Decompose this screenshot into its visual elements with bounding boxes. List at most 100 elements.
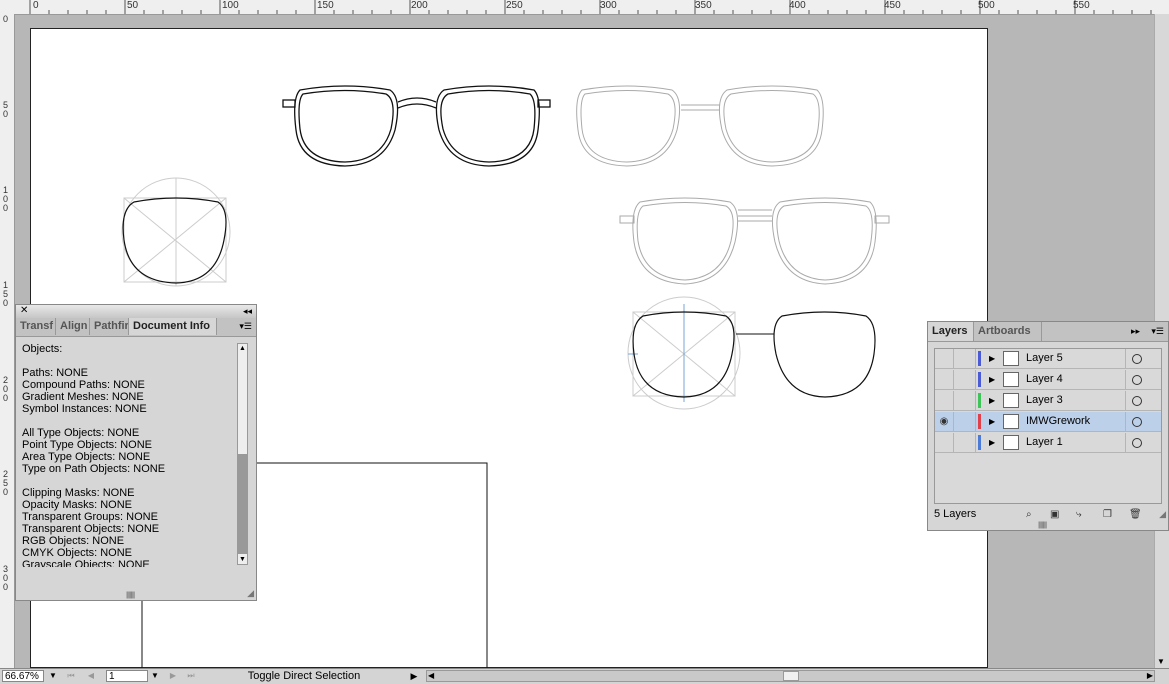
layers-panel[interactable]: Layers Artboards ▸▸ ▾☰ ▶ Layer 5 ▶ Layer… <box>927 321 1169 531</box>
info-line: Type on Path Objects: NONE <box>22 463 166 475</box>
panel-menu-icon[interactable]: ▾☰ <box>1151 326 1164 337</box>
bridge[interactable] <box>397 97 437 109</box>
glasses-light[interactable] <box>576 85 824 167</box>
close-icon[interactable]: ✕ <box>20 305 28 317</box>
status-tool-text[interactable]: Toggle Direct Selection <box>170 670 438 683</box>
lens-right[interactable] <box>771 197 877 285</box>
triangle-right-icon[interactable]: ▶ <box>989 375 995 384</box>
tab-layers[interactable]: Layers <box>928 322 974 341</box>
scroll-down-icon[interactable]: ▼ <box>1157 657 1165 666</box>
lock-toggle[interactable] <box>953 433 976 452</box>
info-line: All Type Objects: NONE <box>22 427 140 439</box>
target-circle-icon[interactable] <box>1132 375 1142 385</box>
lock-toggle[interactable] <box>953 349 976 368</box>
tab-align[interactable]: Align <box>56 318 90 335</box>
panel-menu-icon[interactable]: ▾☰ <box>239 321 252 332</box>
rectangle-large[interactable] <box>256 462 488 668</box>
tab-pathfinder[interactable]: Pathfir <box>90 318 129 335</box>
lens-left[interactable] <box>632 197 739 285</box>
layer-name[interactable]: Layer 4 <box>1026 370 1063 389</box>
separator <box>1125 370 1126 389</box>
bridge[interactable] <box>681 104 720 111</box>
page-field[interactable]: 1 <box>106 670 148 682</box>
scroll-right-icon[interactable]: ▶ <box>1147 671 1153 680</box>
scroll-up-icon[interactable]: ▲ <box>239 345 246 352</box>
new-layer-icon[interactable]: ❐ <box>1103 509 1112 520</box>
visibility-toggle[interactable] <box>935 370 954 389</box>
lens-left[interactable] <box>294 85 399 167</box>
lens-right-shape[interactable] <box>773 311 876 398</box>
lens-right-inner <box>776 202 873 281</box>
scroll-thumb[interactable] <box>783 671 799 681</box>
lock-toggle[interactable] <box>953 391 976 410</box>
resize-grip-icon[interactable]: |||||||||| <box>126 592 135 599</box>
target-circle-icon[interactable] <box>1132 396 1142 406</box>
layer-row-selected[interactable]: ◉ ▶ IMWGrework <box>935 412 1161 432</box>
info-scrollbar[interactable]: ▲ ▼ <box>237 343 248 565</box>
new-sublayer-icon[interactable]: ⤷ <box>1076 509 1082 520</box>
layer-row[interactable]: ▶ Layer 3 <box>935 391 1161 411</box>
layer-name[interactable]: Layer 3 <box>1026 391 1063 410</box>
layer-row[interactable]: ▶ Layer 4 <box>935 370 1161 390</box>
layers-list[interactable]: ▶ Layer 5 ▶ Layer 4 ▶ Layer 3 ◉ ▶ IMWGre… <box>934 348 1162 504</box>
visibility-toggle[interactable] <box>935 391 954 410</box>
lock-toggle[interactable] <box>953 412 976 431</box>
lens-pair-construction[interactable] <box>627 296 876 410</box>
bridge[interactable] <box>738 209 772 222</box>
target-circle-icon[interactable] <box>1132 438 1142 448</box>
temple-left[interactable] <box>619 215 635 224</box>
lens-right[interactable] <box>718 85 824 167</box>
eye-icon[interactable]: ◉ <box>935 412 954 431</box>
zoom-field[interactable]: 66.67% <box>2 670 44 682</box>
previous-page-icon[interactable]: ◀ <box>84 670 98 682</box>
make-clipping-mask-icon[interactable]: ▣ <box>1050 509 1059 520</box>
expand-panel-icon[interactable]: ▸▸ <box>1131 326 1140 337</box>
glasses-dark[interactable] <box>282 85 551 167</box>
status-menu-icon[interactable]: ▶ <box>408 670 420 682</box>
layer-name[interactable]: Layer 1 <box>1026 433 1063 452</box>
lens-right[interactable] <box>435 85 540 167</box>
triangle-right-icon[interactable]: ▶ <box>989 354 995 363</box>
trash-icon[interactable]: 🗑 <box>1129 509 1142 520</box>
info-line: Area Type Objects: NONE <box>22 451 151 463</box>
first-page-icon[interactable]: ⏮ <box>64 670 78 682</box>
layer-row[interactable]: ▶ Layer 1 <box>935 433 1161 453</box>
target-circle-icon[interactable] <box>1132 354 1142 364</box>
triangle-right-icon[interactable]: ▶ <box>989 417 995 426</box>
chevron-down-icon[interactable]: ▼ <box>47 670 59 682</box>
glasses-light-2[interactable] <box>619 197 890 285</box>
layer-row[interactable]: ▶ Layer 5 <box>935 349 1161 369</box>
visibility-toggle[interactable] <box>935 433 954 452</box>
tab-artboards[interactable]: Artboards <box>974 322 1042 341</box>
panel-tab-strip: Transf Align Pathfir Document Info ▾☰ <box>16 318 256 337</box>
collapse-icon[interactable]: ◂◂ <box>243 305 252 317</box>
temple-right[interactable] <box>874 215 890 224</box>
resize-corner-icon[interactable]: ◢ <box>247 588 254 599</box>
layer-name[interactable]: IMWGrework <box>1026 412 1090 431</box>
resize-grip-icon[interactable]: |||||||||| <box>1038 522 1047 529</box>
lens-construction[interactable] <box>121 177 231 287</box>
resize-corner-icon[interactable]: ◢ <box>1159 509 1166 520</box>
temple-left[interactable] <box>282 99 296 108</box>
scroll-down-icon[interactable]: ▼ <box>239 556 246 563</box>
document-info-panel[interactable]: ✕ ◂◂ Transf Align Pathfir Document Info … <box>15 304 257 601</box>
visibility-toggle[interactable] <box>935 349 954 368</box>
lens-left-inner <box>298 89 394 163</box>
locate-object-icon[interactable]: ⌕ <box>1026 509 1032 520</box>
panel-titlebar[interactable]: ✕ ◂◂ <box>16 305 256 319</box>
layer-name[interactable]: Layer 5 <box>1026 349 1063 368</box>
scroll-thumb[interactable] <box>238 454 247 554</box>
layer-color <box>978 372 981 387</box>
tab-transform[interactable]: Transf <box>16 318 56 335</box>
triangle-right-icon[interactable]: ▶ <box>989 438 995 447</box>
triangle-right-icon[interactable]: ▶ <box>989 396 995 405</box>
target-circle-icon[interactable] <box>1132 417 1142 427</box>
chevron-down-icon[interactable]: ▼ <box>149 670 161 682</box>
tab-document-info[interactable]: Document Info <box>129 318 217 335</box>
lock-toggle[interactable] <box>953 370 976 389</box>
info-line: RGB Objects: NONE <box>22 535 125 547</box>
lens-left[interactable] <box>576 85 681 167</box>
info-line <box>22 355 244 367</box>
scroll-left-icon[interactable]: ◀ <box>428 671 434 680</box>
horizontal-scrollbar[interactable]: ◀ ▶ <box>426 670 1155 682</box>
